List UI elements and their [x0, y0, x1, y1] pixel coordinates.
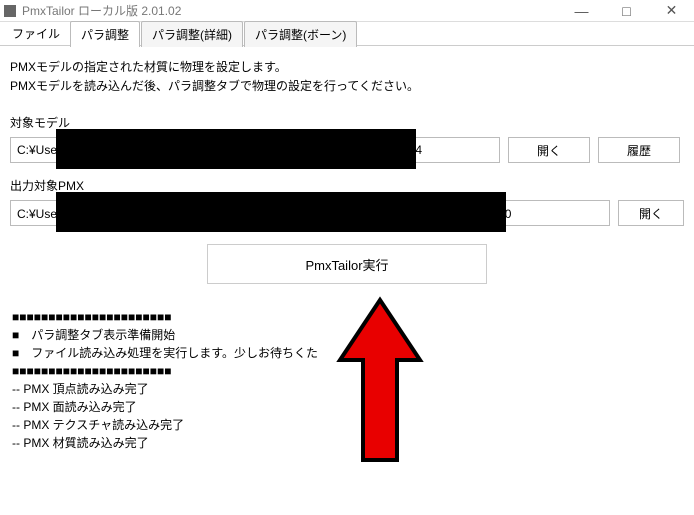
- target-model-input[interactable]: [10, 137, 500, 163]
- target-model-open-button[interactable]: 開く: [508, 137, 590, 163]
- output-pmx-open-button[interactable]: 開く: [618, 200, 684, 226]
- window-title: PmxTailor ローカル版 2.01.02: [22, 2, 559, 19]
- target-model-history-button[interactable]: 履歴: [598, 137, 680, 163]
- tab-para[interactable]: パラ調整: [70, 21, 140, 47]
- log-line: ■ ファイル読み込み処理を実行します。少しお待ちくた: [12, 344, 684, 362]
- minimize-button[interactable]: —: [559, 0, 604, 22]
- output-pmx-input[interactable]: [10, 200, 610, 226]
- tab-para-detail[interactable]: パラ調整(詳細): [141, 21, 243, 47]
- app-icon: [4, 5, 16, 17]
- desc-line2: PMXモデルを読み込んだ後、パラ調整タブで物理の設定を行ってください。: [10, 77, 684, 96]
- log-line: ■■■■■■■■■■■■■■■■■■■■■■: [12, 308, 684, 326]
- menubar: ファイル パラ調整 パラ調整(詳細) パラ調整(ボーン): [0, 22, 694, 46]
- close-button[interactable]: ✕: [649, 0, 694, 22]
- content-area: PMXモデルの指定された材質に物理を設定します。 PMXモデルを読み込んだ後、パ…: [0, 46, 694, 452]
- menu-file[interactable]: ファイル: [2, 22, 70, 45]
- description: PMXモデルの指定された材質に物理を設定します。 PMXモデルを読み込んだ後、パ…: [10, 58, 684, 96]
- tab-strip: パラ調整 パラ調整(詳細) パラ調整(ボーン): [70, 22, 358, 46]
- log-line: -- PMX 頂点読み込み完了: [12, 380, 684, 398]
- desc-line1: PMXモデルの指定された材質に物理を設定します。: [10, 58, 684, 77]
- output-pmx-row: 開く: [10, 200, 684, 226]
- log-line: -- PMX 面読み込み完了: [12, 398, 684, 416]
- maximize-button[interactable]: □: [604, 0, 649, 22]
- log-output: ■■■■■■■■■■■■■■■■■■■■■■ ■ パラ調整タブ表示準備開始 ■ …: [10, 308, 684, 452]
- target-model-label: 対象モデル: [10, 114, 684, 131]
- titlebar: PmxTailor ローカル版 2.01.02 — □ ✕: [0, 0, 694, 22]
- execute-button[interactable]: PmxTailor実行: [207, 244, 487, 284]
- log-line: ■ パラ調整タブ表示準備開始: [12, 326, 684, 344]
- log-line: -- PMX テクスチャ読み込み完了: [12, 416, 684, 434]
- log-line: -- PMX 材質読み込み完了: [12, 434, 684, 452]
- log-line: ■■■■■■■■■■■■■■■■■■■■■■: [12, 362, 684, 380]
- target-model-row: 開く 履歴: [10, 137, 684, 163]
- output-pmx-label: 出力対象PMX: [10, 177, 684, 194]
- execute-row: PmxTailor実行: [10, 244, 684, 284]
- tab-para-bone[interactable]: パラ調整(ボーン): [244, 21, 357, 47]
